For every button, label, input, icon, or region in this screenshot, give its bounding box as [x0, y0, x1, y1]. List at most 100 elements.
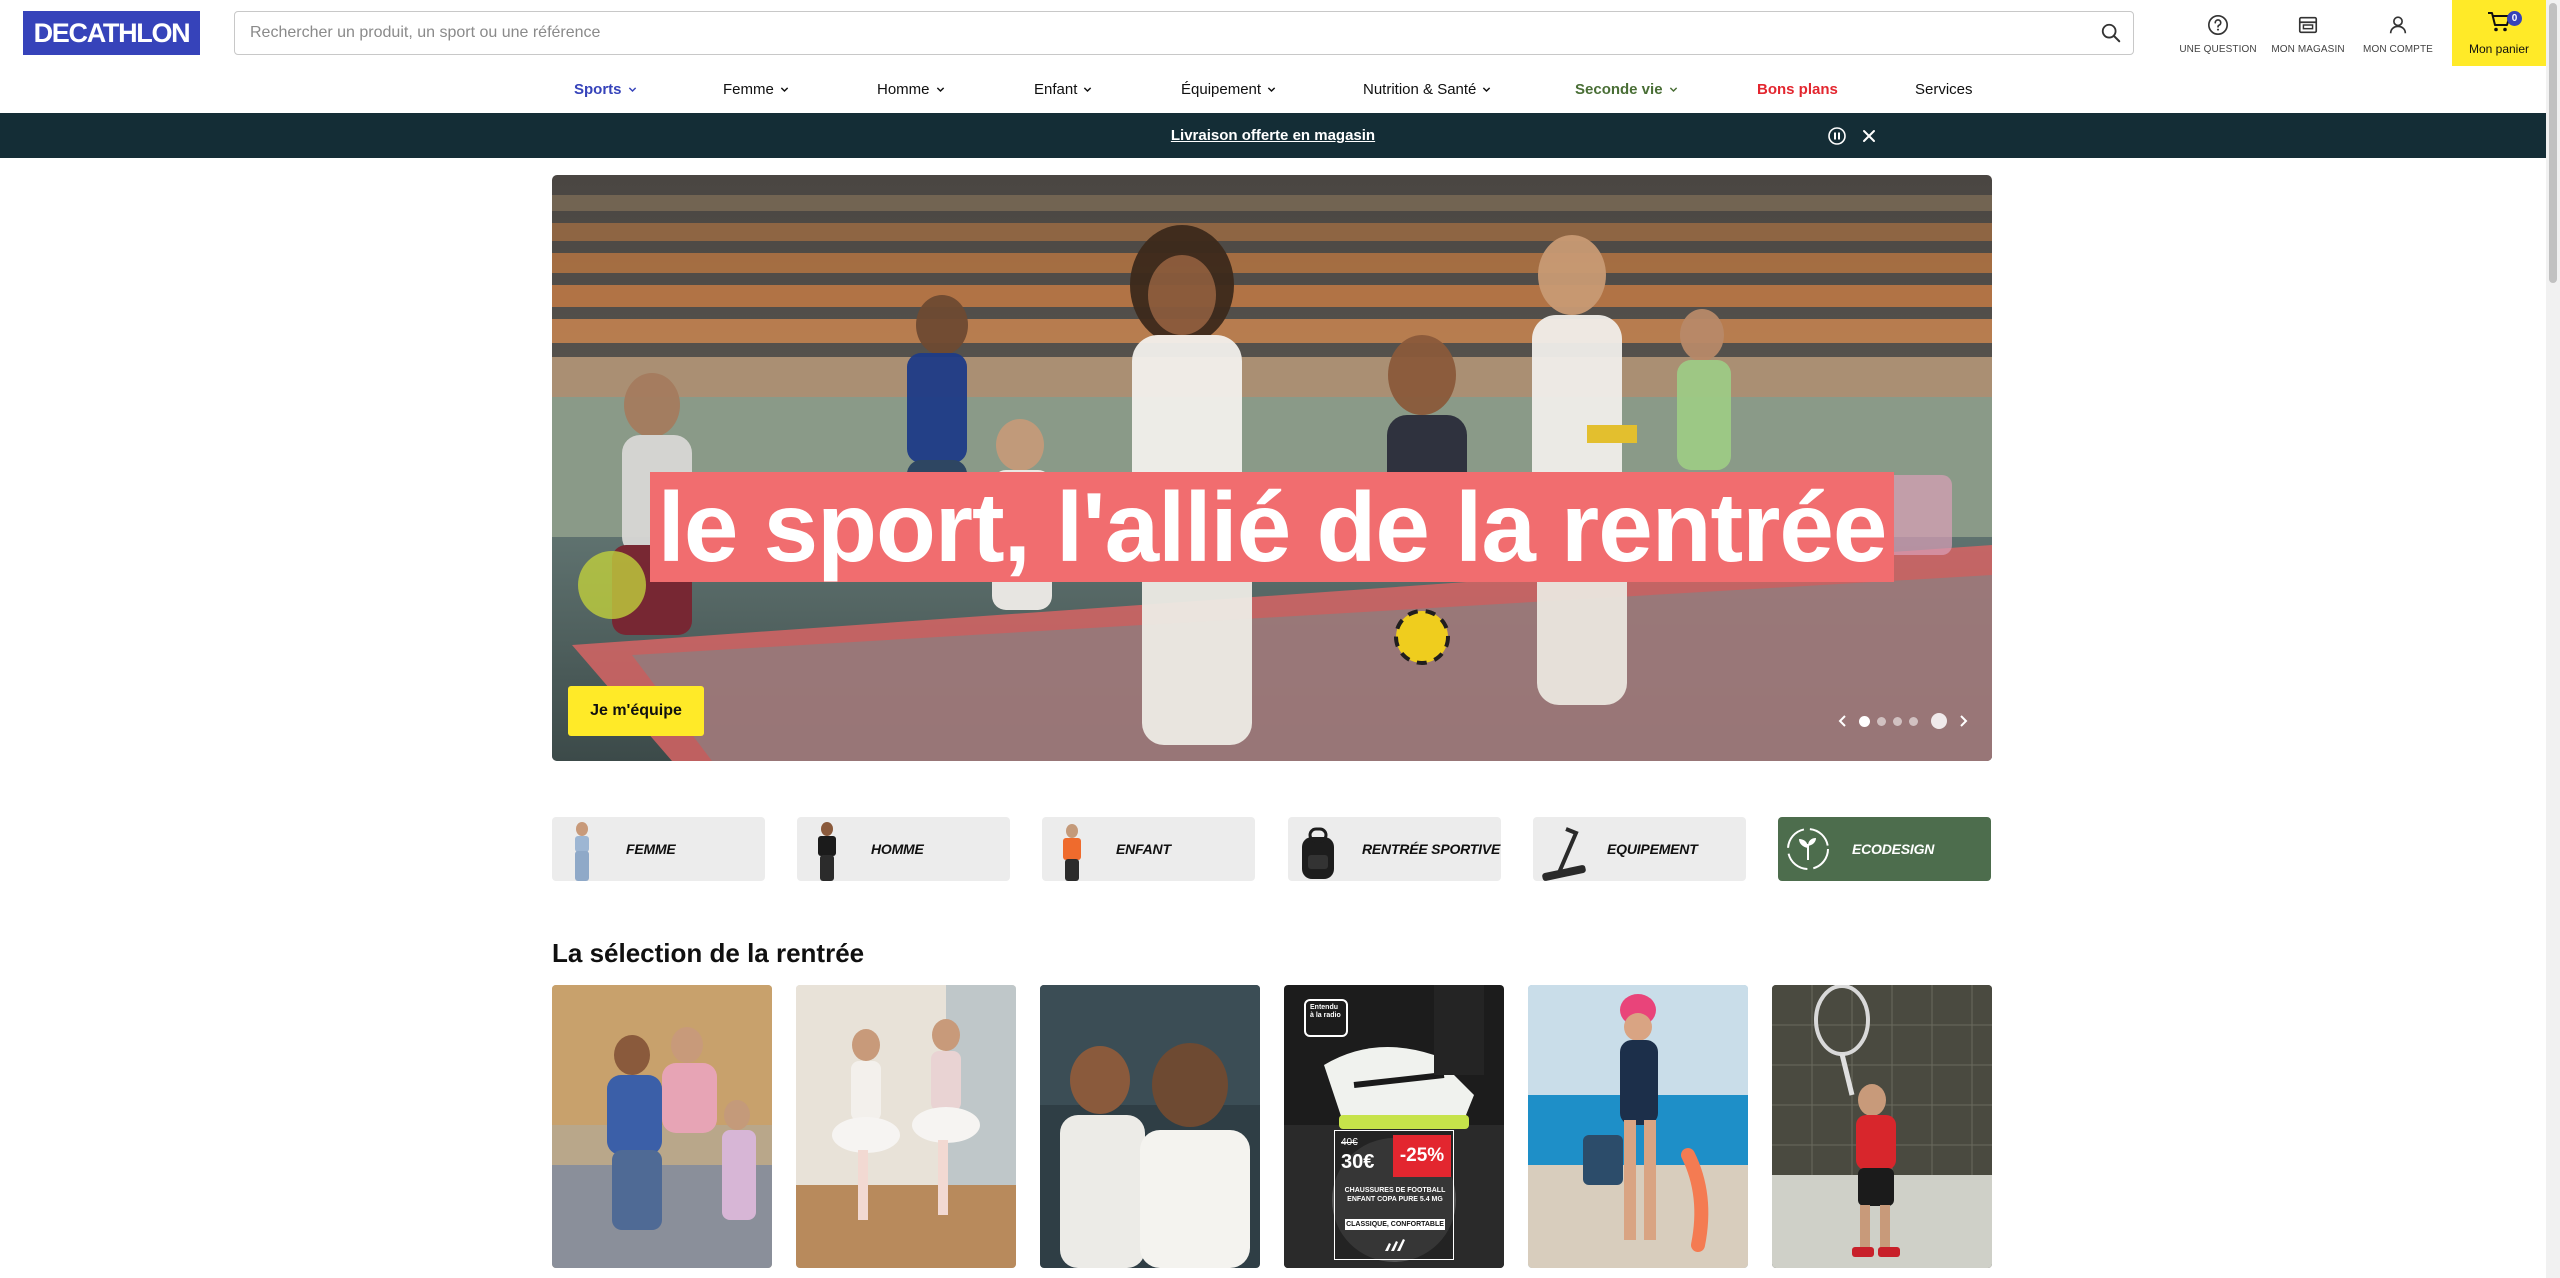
chevron-down-icon	[936, 87, 944, 93]
page-scrollbar[interactable]	[2546, 0, 2560, 1278]
chevron-down-icon	[1084, 87, 1092, 93]
tile-image	[552, 985, 772, 1268]
category-card-rentree-sportive[interactable]: RENTRÉE SPORTIVE	[1288, 817, 1501, 881]
new-price: 30€	[1341, 1151, 1375, 1173]
selection-tile-1[interactable]	[552, 985, 772, 1268]
nav-label: Bons plans	[1757, 81, 1838, 98]
tile-image	[1040, 985, 1260, 1268]
search-icon[interactable]	[2089, 11, 2133, 55]
chevron-right-icon[interactable]	[1954, 712, 1972, 730]
decathlon-logo[interactable]: DECATHLON	[23, 11, 200, 55]
category-label: ENFANT	[1116, 841, 1171, 857]
chevron-down-icon	[1267, 87, 1276, 93]
tile-image	[1528, 985, 1748, 1268]
scrollbar-thumb[interactable]	[2549, 3, 2557, 283]
selection-tile-2[interactable]	[796, 985, 1016, 1268]
carousel-dot-2[interactable]	[1877, 716, 1886, 726]
carousel-dot-3[interactable]	[1893, 716, 1902, 726]
account-label: MON COMPTE	[2363, 44, 2433, 55]
nav-label: Sports	[574, 81, 622, 98]
chevron-down-icon	[628, 87, 636, 93]
carousel-dot-1[interactable]	[1859, 715, 1870, 727]
pause-icon[interactable]	[1826, 125, 1848, 147]
price-box: 40€ 30€ -25% CHAUSSURES DE FOOTBALL ENFA…	[1334, 1130, 1454, 1260]
radio-badge: Entendu à la radio	[1304, 999, 1348, 1037]
carousel-dot-4[interactable]	[1909, 716, 1918, 726]
hero-image	[552, 175, 1992, 761]
user-icon	[2387, 14, 2409, 41]
category-thumbnail	[797, 817, 857, 881]
carousel-controls	[1834, 712, 1972, 730]
selection-tile-3[interactable]	[1040, 985, 1260, 1268]
nav-item-sports[interactable]: Sports	[574, 66, 637, 113]
logo-text: DECATHLON	[33, 17, 191, 48]
product-tagline: CLASSIQUE, CONFORTABLE	[1345, 1219, 1445, 1230]
section-title: La sélection de la rentrée	[552, 938, 865, 968]
old-price: 40€	[1341, 1137, 1358, 1148]
search-input[interactable]	[235, 12, 2089, 54]
chevron-down-icon	[1483, 87, 1491, 93]
nav-label: Femme	[723, 81, 774, 98]
category-label: FEMME	[626, 841, 676, 857]
category-label: ECODESIGN	[1852, 841, 1935, 857]
carousel-pause-icon[interactable]	[1931, 713, 1947, 729]
store-button[interactable]: MON MAGASIN	[2268, 14, 2348, 55]
leaf-icon	[1778, 817, 1838, 881]
category-card-enfant[interactable]: ENFANT	[1042, 817, 1255, 881]
chevron-down-icon	[780, 87, 789, 93]
nav-item-seconde-vie[interactable]: Seconde vie	[1575, 66, 1678, 113]
nav-label: Seconde vie	[1575, 81, 1663, 98]
nav-item-homme[interactable]: Homme	[877, 66, 945, 113]
tile-image	[796, 985, 1016, 1268]
nav-item-equipement[interactable]: Équipement	[1181, 66, 1276, 113]
account-button[interactable]: MON COMPTE	[2358, 14, 2438, 55]
selection-tile-promo[interactable]: Entendu à la radio 40€ 30€ -25% CHAUSSUR…	[1284, 985, 1504, 1268]
category-thumbnail	[1288, 817, 1348, 881]
promo-banner: Livraison offerte en magasin	[0, 113, 2546, 158]
hero-title-wrap: le sport, l'allié de la rentrée	[552, 472, 1992, 582]
cart-label: Mon panier	[2468, 41, 2530, 56]
nav-label: Enfant	[1034, 81, 1078, 98]
category-card-equipement[interactable]: EQUIPEMENT	[1533, 817, 1746, 881]
hero-carousel: le sport, l'allié de la rentrée Je m'équ…	[552, 175, 1992, 761]
nav-label: Homme	[877, 81, 930, 98]
category-card-homme[interactable]: HOMME	[797, 817, 1010, 881]
category-thumbnail	[552, 817, 612, 881]
category-label: HOMME	[871, 841, 924, 857]
adidas-logo-icon	[1385, 1239, 1405, 1251]
help-circle-icon	[2207, 14, 2229, 41]
radio-badge-text: Entendu à la radio	[1310, 1004, 1341, 1019]
category-thumbnail	[1533, 817, 1593, 881]
selection-tile-6[interactable]	[1772, 985, 1992, 1268]
product-caption: CHAUSSURES DE FOOTBALL ENFANT COPA PURE …	[1344, 1187, 1446, 1203]
search-bar[interactable]	[234, 11, 2134, 55]
category-label: RENTRÉE SPORTIVE	[1362, 841, 1501, 857]
hero-cta-button[interactable]: Je m'équipe	[568, 686, 704, 736]
category-label: EQUIPEMENT	[1607, 841, 1698, 857]
main-navigation: Sports Femme Homme Enfant Équipement Nut…	[0, 66, 2546, 113]
category-card-ecodesign[interactable]: ECODESIGN	[1778, 817, 1991, 881]
cart-button[interactable]: 0 Mon panier	[2452, 0, 2546, 66]
chevron-down-icon	[1669, 87, 1677, 93]
nav-item-enfant[interactable]: Enfant	[1034, 66, 1092, 113]
site-header: DECATHLON UNE QUESTION MON MAGASIN MON C…	[0, 0, 2546, 66]
category-card-femme[interactable]: FEMME	[552, 817, 765, 881]
store-icon	[2297, 14, 2319, 41]
help-label: UNE QUESTION	[2179, 44, 2257, 55]
nav-item-services[interactable]: Services	[1915, 66, 1973, 113]
nav-item-nutrition-sante[interactable]: Nutrition & Santé	[1363, 66, 1491, 113]
nav-item-bons-plans[interactable]: Bons plans	[1757, 66, 1838, 113]
hero-title: le sport, l'allié de la rentrée	[649, 472, 1895, 582]
close-icon[interactable]	[1858, 125, 1880, 147]
cart-count-badge: 0	[2507, 11, 2522, 26]
store-label: MON MAGASIN	[2271, 44, 2345, 55]
help-button[interactable]: UNE QUESTION	[2178, 14, 2258, 55]
nav-item-femme[interactable]: Femme	[723, 66, 789, 113]
promo-link[interactable]: Livraison offerte en magasin	[1171, 127, 1375, 144]
category-thumbnail	[1042, 817, 1102, 881]
nav-label: Équipement	[1181, 81, 1262, 98]
nav-label: Nutrition & Santé	[1363, 81, 1477, 98]
selection-tile-5[interactable]	[1528, 985, 1748, 1268]
chevron-left-icon[interactable]	[1834, 712, 1852, 730]
tile-image	[1772, 985, 1992, 1268]
